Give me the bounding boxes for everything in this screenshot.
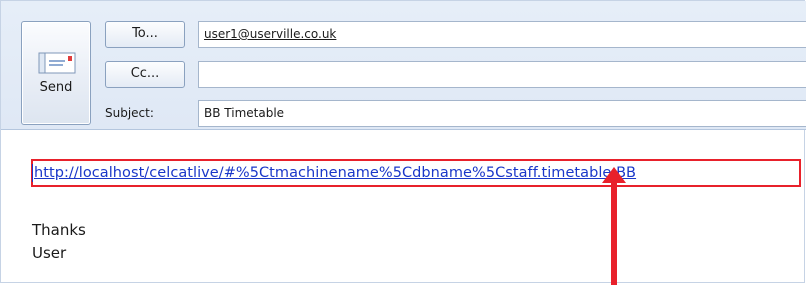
text-cursor [32, 164, 33, 182]
body-line-thanks: Thanks [32, 221, 86, 239]
subject-label: Subject: [105, 106, 154, 120]
to-field[interactable]: user1@userville.co.uk [198, 21, 806, 48]
to-button[interactable]: To... [105, 21, 185, 48]
body-line-user: User [32, 244, 67, 262]
red-arrow-annotation [602, 167, 626, 285]
subject-field[interactable]: BB Timetable [198, 100, 806, 127]
to-recipient[interactable]: user1@userville.co.uk [204, 27, 336, 41]
send-button[interactable]: Send [21, 21, 91, 125]
send-label: Send [39, 80, 73, 95]
cc-field[interactable] [198, 61, 806, 88]
timetable-url-link[interactable]: http://localhost/celcatlive/#%5Ctmachine… [34, 165, 636, 181]
envelope-send-icon [38, 52, 76, 74]
cc-button[interactable]: Cc... [105, 61, 185, 88]
compose-window: Send To... user1@userville.co.uk Cc... S… [0, 0, 806, 285]
compose-header: Send To... user1@userville.co.uk Cc... S… [1, 1, 806, 130]
